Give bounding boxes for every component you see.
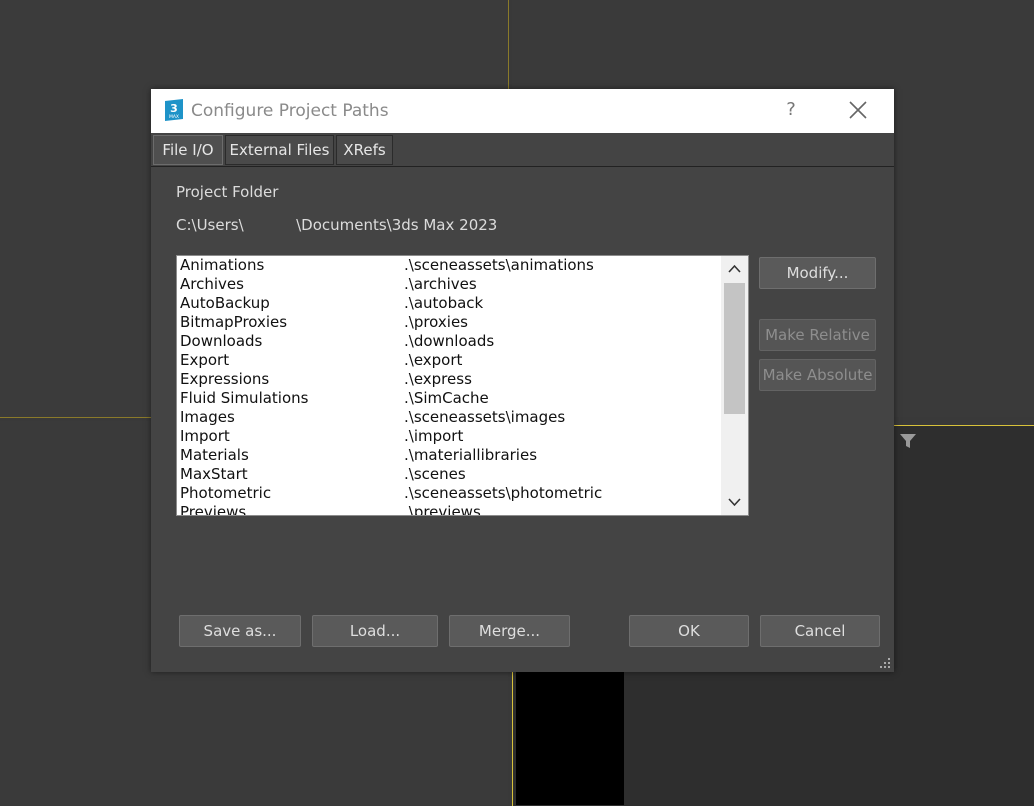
project-folder-label: Project Folder [176,183,279,201]
tab-file-io[interactable]: File I/O [153,135,223,165]
path-value: .\downloads [404,332,495,350]
paths-list[interactable]: Animations .\sceneassets\animations Archiv… [176,255,749,516]
path-category: Fluid Simulations [180,389,309,407]
dialog-title: Configure Project Paths [191,101,389,121]
tab-bar: File I/O External Files XRefs [151,133,894,167]
path-value: .\scenes [404,465,466,483]
path-value: .\express [404,370,472,388]
list-item[interactable]: Images .\sceneassets\images [177,408,720,427]
path-value: .\SimCache [404,389,489,407]
project-folder-path: C:\Users\ \Documents\3ds Max 2023 [176,216,498,234]
path-value: .\previews [404,503,481,515]
path-category: Photometric [180,484,272,502]
filter-icon[interactable] [899,433,917,449]
merge-button[interactable]: Merge... [449,615,570,647]
modify-button[interactable]: Modify... [759,257,876,289]
path-value: .\sceneassets\animations [404,256,594,274]
path-category: Archives [180,275,244,293]
path-value: .\export [404,351,463,369]
list-item[interactable]: Downloads .\downloads [177,332,720,351]
path-value: .\sceneassets\photometric [404,484,603,502]
tab-xrefs[interactable]: XRefs [336,135,393,165]
list-item[interactable]: BitmapProxies .\proxies [177,313,720,332]
path-category: Materials [180,446,249,464]
path-category: MaxStart [180,465,248,483]
path-value: .\import [404,427,464,445]
paths-scrollbar[interactable] [721,256,748,515]
list-item[interactable]: Previews .\previews [177,503,720,515]
paths-list-rows: Animations .\sceneassets\animations Archiv… [177,256,720,515]
list-item[interactable]: Materials .\materiallibraries [177,446,720,465]
make-absolute-button[interactable]: Make Absolute [759,359,876,391]
path-category: Import [180,427,230,445]
list-item[interactable]: Animations .\sceneassets\animations [177,256,720,275]
path-value: .\sceneassets\images [404,408,566,426]
path-category: AutoBackup [180,294,270,312]
help-button[interactable]: ? [781,99,801,120]
svg-text:3: 3 [170,102,178,115]
list-item[interactable]: Photometric .\sceneassets\photometric [177,484,720,503]
path-category: BitmapProxies [180,313,288,331]
path-category: Downloads [180,332,263,350]
path-category: Previews [180,503,247,515]
path-category: Expressions [180,370,270,388]
path-value: .\proxies [404,313,468,331]
viewport-black-region [516,672,624,805]
list-item[interactable]: Archives .\archives [177,275,720,294]
path-value: .\archives [404,275,477,293]
resize-grip-icon[interactable] [880,658,891,669]
configure-project-paths-dialog: 3 MAX Configure Project Paths ? File I/O… [151,89,894,672]
list-item[interactable]: Export .\export [177,351,720,370]
path-value: .\autoback [404,294,484,312]
path-value: .\materiallibraries [404,446,538,464]
scrollbar-thumb[interactable] [724,283,745,414]
path-category: Export [180,351,230,369]
cancel-button[interactable]: Cancel [760,615,880,647]
scroll-down-icon[interactable] [721,489,748,515]
scroll-up-icon[interactable] [721,256,748,282]
svg-text:MAX: MAX [169,114,179,120]
list-item[interactable]: AutoBackup .\autoback [177,294,720,313]
load-button[interactable]: Load... [312,615,438,647]
tab-external-files[interactable]: External Files [225,135,334,165]
title-bar[interactable]: 3 MAX Configure Project Paths ? [151,89,894,133]
list-item[interactable]: Fluid Simulations .\SimCache [177,389,720,408]
list-item[interactable]: Import .\import [177,427,720,446]
close-icon[interactable] [848,100,868,120]
make-relative-button[interactable]: Make Relative [759,319,876,351]
path-category: Animations [180,256,265,274]
list-item[interactable]: MaxStart .\scenes [177,465,720,484]
list-item[interactable]: Expressions .\express [177,370,720,389]
ok-button[interactable]: OK [629,615,749,647]
path-category: Images [180,408,235,426]
app-3dsmax-icon: 3 MAX [165,99,183,121]
save-as-button[interactable]: Save as... [179,615,301,647]
